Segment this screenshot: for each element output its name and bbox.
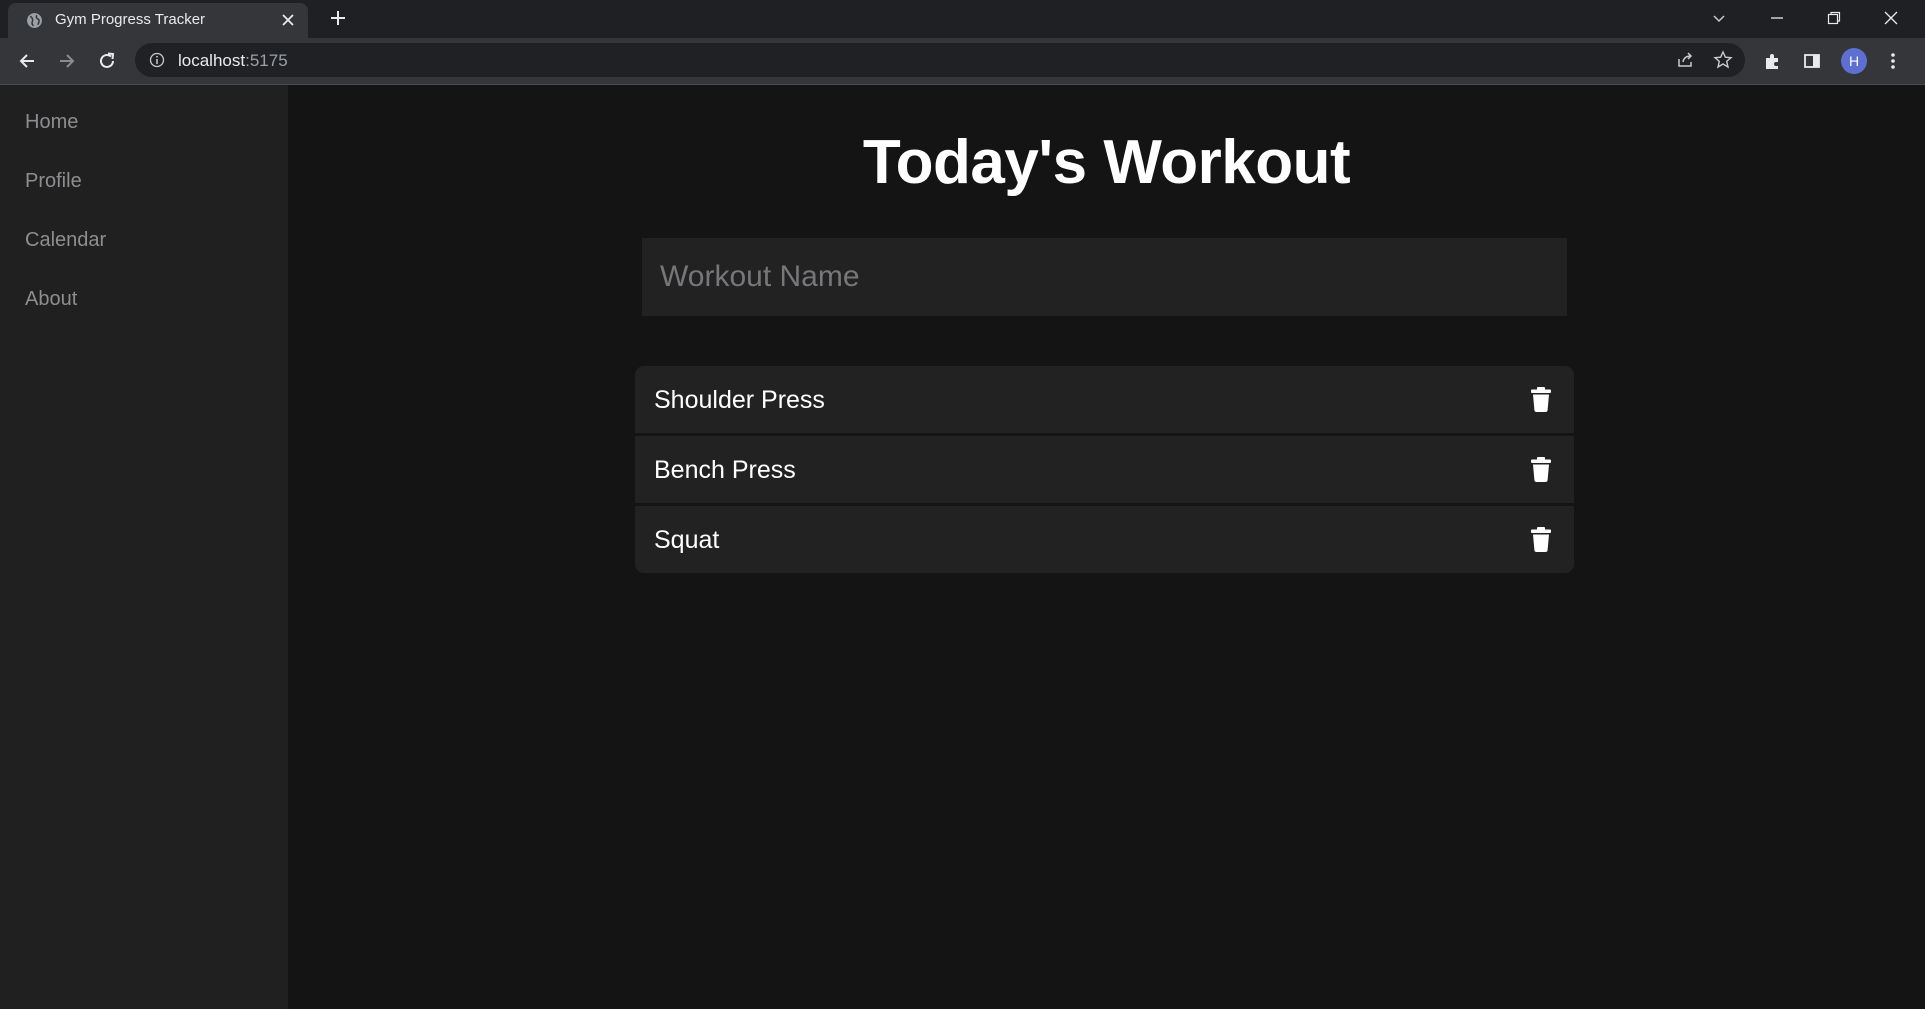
restore-icon	[1827, 11, 1841, 25]
back-button[interactable]	[15, 49, 39, 73]
address-bar[interactable]: localhost:5175	[135, 43, 1745, 77]
reload-icon	[100, 52, 115, 68]
browser-tab[interactable]: Gym Progress Tracker	[8, 3, 308, 38]
tab-title: Gym Progress Tracker	[55, 11, 206, 28]
trash-icon[interactable]	[1531, 387, 1551, 412]
reload-button[interactable]	[95, 49, 119, 73]
browser-tabstrip: Gym Progress Tracker	[0, 0, 1925, 38]
main-content: Today's Workout Shoulder Press Bench Pre…	[288, 85, 1925, 1009]
sidebar-item-profile[interactable]: Profile	[25, 170, 82, 193]
side-panel-button[interactable]	[1800, 49, 1824, 73]
sidebar-item-calendar[interactable]: Calendar	[25, 229, 106, 252]
sidebar-item-about[interactable]: About	[25, 288, 77, 311]
workout-name-input[interactable]	[642, 238, 1567, 316]
globe-icon	[27, 13, 42, 28]
sidebar-item-home[interactable]: Home	[25, 111, 78, 134]
extensions-button[interactable]	[1761, 49, 1785, 73]
close-tab-icon[interactable]	[280, 12, 296, 28]
exercise-name: Squat	[654, 526, 720, 554]
profile-avatar[interactable]: H	[1841, 48, 1867, 74]
forward-button[interactable]	[55, 49, 79, 73]
tab-search-button[interactable]	[1706, 6, 1732, 30]
exercise-list: Shoulder Press Bench Press Squat	[635, 366, 1574, 573]
share-icon[interactable]	[1675, 50, 1695, 70]
exercise-row: Bench Press	[635, 436, 1574, 503]
info-icon[interactable]	[149, 52, 165, 68]
new-tab-icon[interactable]	[328, 8, 348, 28]
more-vertical-icon	[1891, 53, 1895, 69]
exercise-name: Shoulder Press	[654, 386, 825, 414]
browser-toolbar: localhost:5175 H	[0, 38, 1925, 85]
browser-menu-button[interactable]	[1881, 49, 1905, 73]
bookmark-star-icon[interactable]	[1713, 50, 1733, 70]
chevron-down-icon	[1713, 15, 1725, 23]
page-title: Today's Workout	[862, 128, 1351, 197]
minimize-icon	[1771, 17, 1783, 19]
restore-button[interactable]	[1821, 6, 1847, 30]
trash-icon[interactable]	[1531, 527, 1551, 552]
close-icon	[1884, 11, 1898, 25]
side-panel-icon	[1804, 54, 1820, 68]
sidebar-nav: Home Profile Calendar About	[0, 85, 288, 1009]
url-port: :5175	[245, 51, 288, 70]
exercise-name: Bench Press	[654, 456, 796, 484]
url-host: localhost	[178, 51, 246, 70]
minimize-button[interactable]	[1764, 6, 1790, 30]
url-text: localhost:5175	[178, 51, 288, 71]
close-window-button[interactable]	[1878, 6, 1904, 30]
exercise-row: Squat	[635, 506, 1574, 573]
trash-icon[interactable]	[1531, 457, 1551, 482]
arrow-right-icon	[60, 54, 75, 68]
arrow-left-icon	[19, 54, 34, 68]
exercise-row: Shoulder Press	[635, 366, 1574, 433]
puzzle-icon	[1766, 54, 1778, 69]
